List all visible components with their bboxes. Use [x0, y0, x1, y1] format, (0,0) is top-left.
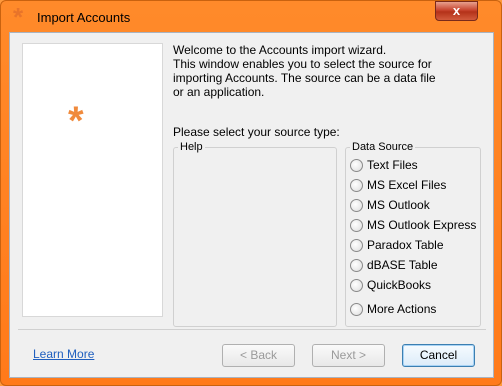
wizard-body: * Welcome to the Accounts import wizard.…: [9, 32, 494, 378]
next-button[interactable]: Next >: [312, 344, 385, 367]
help-legend: Help: [180, 141, 203, 153]
welcome-line: This window enables you to select the so…: [173, 57, 432, 71]
learn-more-link[interactable]: Learn More: [33, 347, 94, 361]
window-title: Import Accounts: [37, 10, 131, 25]
radio-quickbooks[interactable]: QuickBooks: [350, 277, 431, 293]
radio-button[interactable]: [350, 238, 363, 252]
radio-dbase-table[interactable]: dBASE Table: [350, 257, 438, 273]
radio-label: More Actions: [367, 302, 437, 316]
radio-label: QuickBooks: [367, 278, 432, 292]
radio-button[interactable]: [350, 178, 363, 192]
welcome-line: Welcome to the Accounts import wizard.: [173, 43, 387, 57]
welcome-text: Welcome to the Accounts import wizard. T…: [173, 43, 483, 99]
import-accounts-window: * Import Accounts x * Welcome to the Acc…: [0, 0, 502, 386]
cancel-button[interactable]: Cancel: [402, 344, 475, 367]
footer-divider: [18, 329, 486, 330]
radio-ms-outlook[interactable]: MS Outlook: [350, 197, 430, 213]
radio-more-actions[interactable]: More Actions: [350, 301, 436, 317]
radio-label: MS Outlook Express: [367, 218, 477, 232]
radio-label: MS Outlook: [367, 198, 430, 212]
data-source-legend: Data Source: [352, 141, 414, 153]
radio-ms-excel-files[interactable]: MS Excel Files: [350, 177, 446, 193]
asterisk-icon: *: [13, 2, 24, 32]
radio-paradox-table[interactable]: Paradox Table: [350, 237, 444, 253]
radio-label: MS Excel Files: [367, 178, 447, 192]
radio-text-files[interactable]: Text Files: [350, 157, 418, 173]
radio-button[interactable]: [350, 218, 363, 232]
radio-label: Text Files: [367, 158, 418, 172]
radio-button[interactable]: [350, 258, 363, 272]
source-type-prompt: Please select your source type:: [173, 125, 340, 139]
close-button[interactable]: x: [435, 1, 478, 21]
welcome-line: importing Accounts. The source can be a …: [173, 71, 436, 85]
radio-button[interactable]: [350, 158, 363, 172]
radio-label: dBASE Table: [367, 258, 438, 272]
radio-button[interactable]: [350, 198, 363, 212]
asterisk-icon: *: [68, 99, 84, 143]
back-button[interactable]: < Back: [222, 344, 295, 367]
radio-button[interactable]: [350, 278, 363, 292]
radio-button[interactable]: [350, 302, 363, 316]
title-bar[interactable]: * Import Accounts x: [1, 1, 501, 33]
welcome-line: or an application.: [173, 85, 265, 99]
wizard-image-panel: *: [22, 43, 163, 317]
radio-label: Paradox Table: [367, 238, 444, 252]
radio-ms-outlook-express[interactable]: MS Outlook Express: [350, 217, 476, 233]
help-group: Help: [173, 141, 337, 327]
